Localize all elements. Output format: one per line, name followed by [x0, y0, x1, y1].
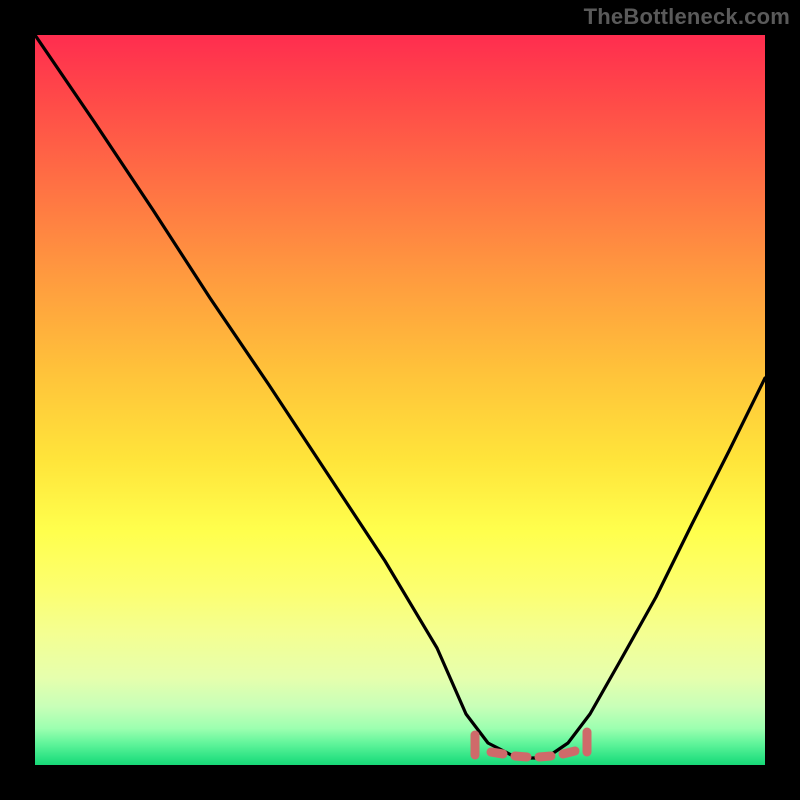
curve-path	[35, 35, 765, 758]
bottleneck-curve	[35, 35, 765, 765]
chart-frame: TheBottleneck.com	[0, 0, 800, 800]
watermark-text: TheBottleneck.com	[584, 4, 790, 30]
plot-area	[35, 35, 765, 765]
flat-region-dash	[515, 756, 527, 757]
flat-region-dash	[563, 751, 575, 754]
flat-region-dash	[539, 756, 551, 757]
flat-region-dash	[491, 752, 503, 754]
